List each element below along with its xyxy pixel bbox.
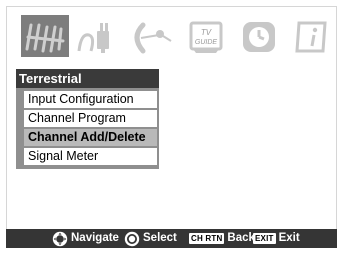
exit-hint: EXIT Exit bbox=[253, 229, 300, 248]
navigate-hint: Navigate bbox=[52, 229, 119, 248]
menu-item-channel-add-delete[interactable]: Channel Add/Delete bbox=[24, 129, 157, 146]
info-icon[interactable] bbox=[289, 19, 335, 55]
tv-guide-label-bottom: GUIDE bbox=[195, 39, 218, 46]
satellite-dish-icon[interactable] bbox=[129, 19, 175, 55]
back-label: Back bbox=[227, 232, 255, 244]
footer-help-bar: Navigate Select CH RTN Back EXIT Exit bbox=[6, 229, 337, 248]
tv-guide-label-top: TV bbox=[201, 28, 212, 37]
navigate-button-icon bbox=[52, 231, 68, 246]
menu-item-signal-meter[interactable]: Signal Meter bbox=[24, 148, 157, 165]
select-button-icon bbox=[124, 231, 140, 246]
antenna-icon[interactable] bbox=[21, 15, 69, 57]
menu-icon-bar: TV GUIDE bbox=[11, 13, 334, 57]
navigate-label: Navigate bbox=[71, 232, 119, 244]
select-label: Select bbox=[143, 232, 177, 244]
menu-item-channel-program[interactable]: Channel Program bbox=[24, 110, 157, 127]
clock-icon[interactable] bbox=[237, 19, 283, 55]
tv-menu-screen: TV GUIDE Terrestrial Input Configuration… bbox=[6, 6, 337, 248]
plug-icon[interactable] bbox=[75, 19, 121, 55]
menu-item-input-configuration[interactable]: Input Configuration bbox=[24, 91, 157, 108]
menu-panel: Input Configuration Channel Program Chan… bbox=[16, 88, 159, 169]
select-hint: Select bbox=[124, 229, 177, 248]
ch-rtn-badge: CH RTN bbox=[189, 233, 225, 244]
exit-badge: EXIT bbox=[253, 233, 276, 244]
back-hint: CH RTN Back bbox=[189, 229, 255, 248]
tv-guide-icon[interactable]: TV GUIDE bbox=[183, 19, 229, 55]
exit-label: Exit bbox=[278, 232, 300, 244]
menu-title: Terrestrial bbox=[16, 69, 159, 88]
